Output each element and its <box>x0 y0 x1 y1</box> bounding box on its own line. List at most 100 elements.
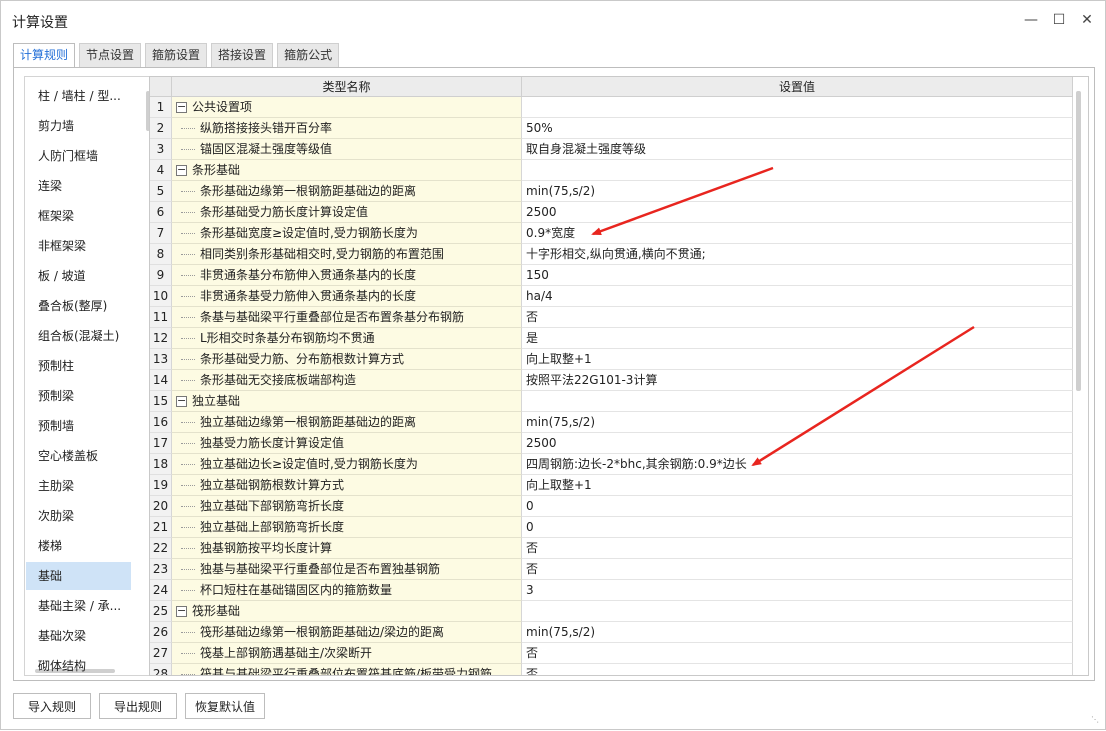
sidebar-item-hollow-floor-slab[interactable]: 空心楼盖板 <box>26 442 131 470</box>
sidebar-item-composite-slab-concrete[interactable]: 组合板(混凝土) <box>26 322 131 350</box>
setting-value-cell[interactable]: 0 <box>522 517 1073 538</box>
setting-value-cell[interactable]: min(75,s/2) <box>522 622 1073 643</box>
setting-name: 非贯通条基分布筋伸入贯通条基内的长度 <box>200 268 417 282</box>
close-icon[interactable]: ✕ <box>1075 10 1099 30</box>
table-row[interactable]: 11 条基与基础梁平行重叠部位是否布置条基分布钢筋 否 <box>150 307 1074 328</box>
table-row[interactable]: 7 条形基础宽度≥设定值时,受力钢筋长度为 0.9*宽度 <box>150 223 1074 244</box>
table-row[interactable]: 16 独立基础边缘第一根钢筋距基础边的距离 min(75,s/2) <box>150 412 1074 433</box>
tab-calc-rules[interactable]: 计算规则 <box>13 43 76 68</box>
sidebar-item-column[interactable]: 柱 / 墙柱 / 型... <box>26 82 131 110</box>
table-row[interactable]: 12 L形相交时条基分布钢筋均不贯通 是 <box>150 328 1074 349</box>
setting-value-cell[interactable]: 十字形相交,纵向贯通,横向不贯通; <box>522 244 1073 265</box>
sidebar-item-composite-slab[interactable]: 叠合板(整厚) <box>26 292 131 320</box>
setting-value-cell[interactable]: 150 <box>522 265 1073 286</box>
restore-defaults-button[interactable]: 恢复默认值 <box>185 693 265 719</box>
type-name-cell: 锚固区混凝土强度等级值 <box>172 139 522 160</box>
sidebar-item-coupling-beam[interactable]: 连梁 <box>26 172 131 200</box>
sidebar-item-stair[interactable]: 楼梯 <box>26 532 131 560</box>
setting-value-cell[interactable]: 按照平法22G101-3计算 <box>522 370 1073 391</box>
table-row[interactable]: 21 独立基础上部钢筋弯折长度 0 <box>150 517 1074 538</box>
sidebar-item-precast-column[interactable]: 预制柱 <box>26 352 131 380</box>
table-row[interactable]: 9 非贯通条基分布筋伸入贯通条基内的长度 150 <box>150 265 1074 286</box>
collapse-icon[interactable]: − <box>176 101 187 113</box>
table-row[interactable]: 8 相同类别条形基础相交时,受力钢筋的布置范围 十字形相交,纵向贯通,横向不贯通; <box>150 244 1074 265</box>
component-list[interactable]: 柱 / 墙柱 / 型... 剪力墙 人防门框墙 连梁 框架梁 非框架梁板 / 坡道 叠合板(… <box>24 76 152 676</box>
setting-value-cell[interactable]: 取自身混凝土强度等级 <box>522 139 1073 160</box>
minimize-icon[interactable]: — <box>1019 10 1043 30</box>
setting-value-cell[interactable]: 四周钢筋:边长-2*bhc,其余钢筋:0.9*边长 <box>522 454 1073 475</box>
sidebar-item-civil-defense-door-frame-wall[interactable]: 人防门框墙 <box>26 142 131 170</box>
group-row[interactable]: 25− 筏形基础 <box>150 601 1074 622</box>
collapse-icon[interactable]: − <box>176 605 187 617</box>
table-row[interactable]: 24 杯口短柱在基础锚固区内的箍筋数量 3 <box>150 580 1074 601</box>
sidebar-item-foundation-main-beam[interactable]: 基础主梁 / 承... <box>26 592 131 620</box>
table-row[interactable]: 14 条形基础无交接底板端部构造 按照平法22G101-3计算 <box>150 370 1074 391</box>
group-row[interactable]: 1− 公共设置项 <box>150 97 1074 118</box>
table-row[interactable]: 20 独立基础下部钢筋弯折长度 0 <box>150 496 1074 517</box>
table-row[interactable]: 6 条形基础受力筋长度计算设定值 2500 <box>150 202 1074 223</box>
table-row[interactable]: 26 筏形基础边缘第一根钢筋距基础边/梁边的距离 min(75,s/2) <box>150 622 1074 643</box>
table-row[interactable]: 22 独基钢筋按平均长度计算 否 <box>150 538 1074 559</box>
table-row[interactable]: 5 条形基础边缘第一根钢筋距基础边的距离 min(75,s/2) <box>150 181 1074 202</box>
setting-value-cell[interactable]: min(75,s/2) <box>522 181 1073 202</box>
table-row[interactable]: 28 筏基与基础梁平行重叠部位布置筏基底筋/板带受力钢筋 否 <box>150 664 1074 675</box>
tree-connector <box>181 506 195 507</box>
tab-node-settings[interactable]: 节点设置 <box>79 43 142 67</box>
setting-value-cell[interactable]: ha/4 <box>522 286 1073 307</box>
sidebar-item-secondary-rib-beam[interactable]: 次肋梁 <box>26 502 131 530</box>
sidebar-item-foundation[interactable]: 基础 <box>26 562 131 590</box>
table-row[interactable]: 13 条形基础受力筋、分布筋根数计算方式 向上取整+1 <box>150 349 1074 370</box>
sidebar-item-masonry-structure[interactable]: 砌体结构 <box>26 652 131 675</box>
sidebar-item-precast-wall[interactable]: 预制墙 <box>26 412 131 440</box>
setting-value-cell[interactable]: min(75,s/2) <box>522 412 1073 433</box>
sidebar-item-frame-beam[interactable]: 框架梁 <box>26 202 131 230</box>
setting-value-cell[interactable]: 2500 <box>522 202 1073 223</box>
col-header-setting-value[interactable]: 设置值 <box>522 77 1073 97</box>
type-name-cell: 筏基上部钢筋遇基础主/次梁断开 <box>172 643 522 664</box>
sidebar-item-shear-wall[interactable]: 剪力墙 <box>26 112 131 140</box>
sidebar-item-main-rib-beam[interactable]: 主肋梁 <box>26 472 131 500</box>
maximize-icon[interactable]: ☐ <box>1047 10 1071 30</box>
table-row[interactable]: 10 非贯通条基受力筋伸入贯通条基内的长度 ha/4 <box>150 286 1074 307</box>
grid-scrollbar[interactable] <box>1076 91 1081 391</box>
table-row[interactable]: 17 独基受力筋长度计算设定值 2500 <box>150 433 1074 454</box>
export-rules-button[interactable]: 导出规则 <box>99 693 177 719</box>
setting-value-cell[interactable]: 向上取整+1 <box>522 349 1073 370</box>
setting-value-cell[interactable]: 是 <box>522 328 1073 349</box>
setting-value-cell[interactable]: 向上取整+1 <box>522 475 1073 496</box>
setting-value-cell[interactable]: 否 <box>522 559 1073 580</box>
tab-lap-settings[interactable]: 搭接设置 <box>211 43 274 67</box>
table-row[interactable]: 19 独立基础钢筋根数计算方式 向上取整+1 <box>150 475 1074 496</box>
group-label: 独立基础 <box>192 394 241 408</box>
tab-stirrup-formula[interactable]: 箍筋公式 <box>277 43 340 67</box>
import-rules-button[interactable]: 导入规则 <box>13 693 91 719</box>
tab-stirrup-settings[interactable]: 箍筋设置 <box>145 43 208 67</box>
table-row[interactable]: 2 纵筋搭接接头错开百分率 50% <box>150 118 1074 139</box>
col-header-type-name[interactable]: 类型名称 <box>172 77 522 97</box>
setting-value-cell[interactable]: 否 <box>522 643 1073 664</box>
collapse-icon[interactable]: − <box>176 164 187 176</box>
table-row[interactable]: 3 锚固区混凝土强度等级值 取自身混凝土强度等级 <box>150 139 1074 160</box>
setting-value-cell[interactable]: 否 <box>522 664 1073 675</box>
group-row[interactable]: 4− 条形基础 <box>150 160 1074 181</box>
table-row[interactable]: 18 独立基础边长≥设定值时,受力钢筋长度为 四周钢筋:边长-2*bhc,其余钢筋:… <box>150 454 1074 475</box>
setting-name: 条基与基础梁平行重叠部位是否布置条基分布钢筋 <box>200 310 465 324</box>
setting-value-cell[interactable]: 0.9*宽度 <box>522 223 1073 244</box>
group-row[interactable]: 15− 独立基础 <box>150 391 1074 412</box>
collapse-icon[interactable]: − <box>176 395 187 407</box>
setting-value-cell[interactable]: 否 <box>522 307 1073 328</box>
tree-connector <box>181 359 195 360</box>
tree-connector <box>181 338 195 339</box>
sidebar-item-foundation-secondary-beam[interactable]: 基础次梁 <box>26 622 131 650</box>
resize-grip-icon[interactable]: ⋱ <box>1091 715 1101 725</box>
setting-value-cell[interactable]: 3 <box>522 580 1073 601</box>
setting-value-cell[interactable]: 2500 <box>522 433 1073 454</box>
sidebar-item-non-frame-beam[interactable]: 非框架梁 <box>26 232 131 260</box>
sidebar-item-slab-ramp[interactable]: 板 / 坡道 <box>26 262 131 290</box>
table-row[interactable]: 23 独基与基础梁平行重叠部位是否布置独基钢筋 否 <box>150 559 1074 580</box>
setting-value-cell[interactable]: 0 <box>522 496 1073 517</box>
setting-value-cell[interactable]: 否 <box>522 538 1073 559</box>
setting-value-cell[interactable]: 50% <box>522 118 1073 139</box>
table-row[interactable]: 27 筏基上部钢筋遇基础主/次梁断开 否 <box>150 643 1074 664</box>
sidebar-item-precast-beam[interactable]: 预制梁 <box>26 382 131 410</box>
